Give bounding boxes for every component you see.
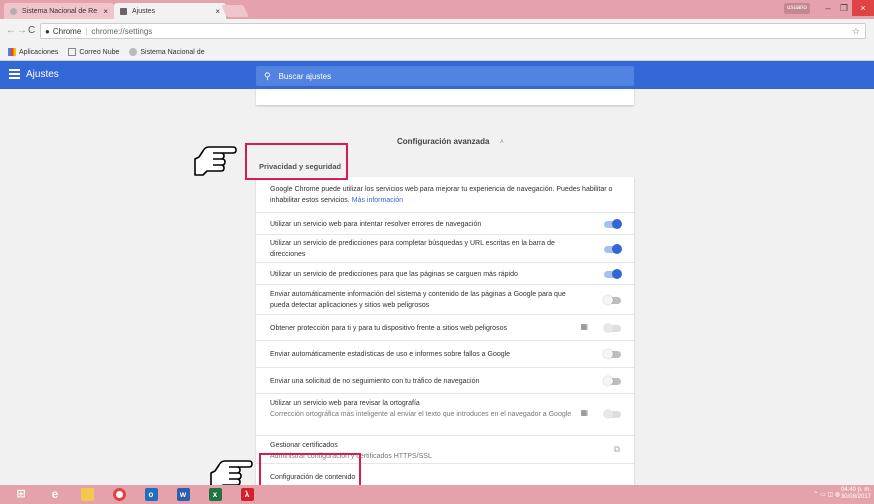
pointing-hand-icon (210, 460, 253, 485)
apps-grid-icon (8, 48, 16, 56)
setting-label: Utilizar un servicio web para intentar r… (270, 221, 482, 228)
intro-row: Google Chrome puede utilizar los servici… (256, 177, 634, 212)
setting-row[interactable]: Enviar automáticamente información del s… (256, 284, 634, 314)
chrome-page-icon: ● (45, 26, 50, 36)
more-info-link[interactable]: Más información (352, 197, 403, 204)
excel-icon[interactable]: x (202, 486, 228, 503)
hamburger-menu-icon[interactable] (9, 69, 20, 79)
clock-time: 04:40 p. m. (840, 487, 871, 493)
bookmark-aplicaciones[interactable]: Aplicaciones (8, 48, 58, 56)
bookmark-label: Correo Nube (79, 48, 120, 56)
setting-label: Utilizar un servicio de predicciones par… (270, 271, 518, 278)
minimize-icon[interactable]: – (820, 0, 836, 16)
bookmark-sistema-nacional[interactable]: Sistema Nacional de (129, 48, 205, 56)
bookmark-star-icon[interactable]: ☆ (852, 26, 860, 37)
toggle-switch[interactable] (604, 244, 622, 254)
toggle-switch[interactable] (603, 376, 621, 386)
highlight-box-content-settings (259, 453, 361, 485)
pointing-hand-icon (194, 146, 237, 176)
window-controls: usuario – ❐ × (784, 0, 874, 16)
maximize-icon[interactable]: ❐ (836, 0, 852, 16)
gear-icon (120, 7, 127, 15)
setting-label: Utilizar un servicio web para revisar la… (270, 400, 420, 407)
privacy-card: Google Chrome puede utilizar los servici… (256, 177, 634, 485)
clock[interactable]: 04:40 p. m. 30/08/2017 (841, 487, 871, 501)
internet-explorer-icon[interactable]: e (42, 486, 68, 503)
bookmarks-bar: Aplicaciones Correo Nube Sistema Naciona… (0, 44, 874, 61)
tab-ajustes[interactable]: Ajustes × (114, 3, 226, 19)
setting-label: Enviar automáticamente estadísticas de u… (270, 351, 511, 358)
setting-row[interactable]: Enviar automáticamente estadísticas de u… (256, 340, 634, 367)
tab-close-icon[interactable]: × (103, 7, 108, 16)
user-badge[interactable]: usuario (784, 3, 810, 14)
setting-sublabel: Corrección ortográfica más inteligente a… (270, 411, 572, 418)
previous-section-card: ○ (256, 89, 634, 105)
chevron-up-icon: ˄ (499, 139, 504, 146)
bookmark-label: Sistema Nacional de (140, 48, 205, 56)
advanced-settings-toggle[interactable]: Configuración avanzada ˄ (397, 137, 504, 146)
toggle-switch[interactable] (604, 219, 622, 229)
outlook-icon[interactable]: o (138, 486, 164, 503)
certs-label: Gestionar certificados (270, 442, 338, 449)
setting-row[interactable]: Utilizar un servicio de predicciones par… (256, 262, 634, 284)
globe-icon (129, 48, 138, 56)
omnibox-separator: | (85, 26, 88, 36)
close-window-icon[interactable]: × (852, 0, 874, 16)
word-icon[interactable]: w (170, 486, 196, 503)
toggle-switch[interactable] (603, 349, 621, 359)
setting-row[interactable]: Utilizar un servicio de predicciones par… (256, 234, 634, 262)
page-title: Ajustes (26, 69, 59, 80)
bookmark-correo-nube[interactable]: Correo Nube (68, 48, 119, 56)
setting-label: Enviar automáticamente información del s… (270, 291, 566, 309)
setting-row: Obtener protección para ti y para tu dis… (256, 314, 634, 340)
address-bar: ← → C ● Chrome | chrome://settings ☆ (0, 19, 874, 44)
omnibox[interactable]: ● Chrome | chrome://settings ☆ (40, 23, 866, 39)
search-box[interactable]: ⚲ (256, 66, 634, 86)
title-bar: Sistema Nacional de Re × Ajustes × usuar… (0, 0, 874, 19)
clock-date: 30/08/2017 (840, 494, 871, 500)
tab-title: Sistema Nacional de Re (22, 7, 98, 15)
omnibox-url[interactable]: chrome://settings (91, 27, 152, 36)
reload-icon[interactable]: C (28, 25, 35, 36)
faded-row: ○ (268, 89, 272, 92)
external-link-icon[interactable]: ⧉ (614, 444, 620, 455)
tab-sistema-nacional[interactable]: Sistema Nacional de Re × (4, 3, 114, 19)
windows-start-icon[interactable]: ⊞ (8, 486, 34, 503)
search-icon: ⚲ (264, 70, 271, 81)
chrome-icon[interactable] (106, 486, 132, 503)
new-tab-button[interactable] (221, 5, 249, 17)
setting-row: Utilizar un servicio web para revisar la… (256, 393, 634, 435)
forward-icon[interactable]: → (17, 25, 27, 36)
settings-content: ○ Configuración avanzada ˄ Privacidad y … (0, 89, 874, 485)
setting-label: Obtener protección para ti y para tu dis… (270, 325, 507, 332)
omnibox-chrome-label: Chrome (52, 26, 82, 36)
toggle-switch[interactable] (604, 269, 622, 279)
setting-row[interactable]: Enviar una solicitud de no seguimiento c… (256, 367, 634, 393)
highlight-box-privacy (245, 143, 348, 180)
tab-close-icon[interactable]: × (215, 7, 220, 16)
enterprise-policy-icon: ▦ (580, 408, 588, 417)
setting-row[interactable]: Utilizar un servicio web para intentar r… (256, 212, 634, 234)
toggle-switch (603, 323, 621, 333)
system-tray-icons[interactable]: ⌃ ▭ ◫ ◍ (813, 491, 840, 498)
setting-label: Utilizar un servicio de predicciones par… (270, 240, 555, 258)
setting-label: Enviar una solicitud de no seguimiento c… (270, 378, 480, 385)
advanced-label: Configuración avanzada (397, 137, 490, 146)
intro-text: Google Chrome puede utilizar los servici… (270, 186, 613, 204)
toggle-switch (603, 409, 621, 419)
bookmark-label: Aplicaciones (19, 48, 59, 56)
back-icon[interactable]: ← (6, 25, 16, 36)
taskbar: ⊞ e o w x λ ⌃ ▭ ◫ ◍ 04:40 p. m. 30/08/20… (0, 485, 874, 504)
file-explorer-icon[interactable] (74, 486, 100, 503)
settings-header: Ajustes ⚲ (0, 61, 874, 89)
toggle-switch[interactable] (603, 295, 621, 305)
mail-icon (68, 48, 77, 56)
tab-title: Ajustes (132, 7, 155, 15)
search-input[interactable] (276, 70, 611, 82)
enterprise-policy-icon: ▦ (580, 322, 588, 331)
acrobat-icon[interactable]: λ (234, 486, 260, 503)
globe-icon (10, 7, 17, 15)
